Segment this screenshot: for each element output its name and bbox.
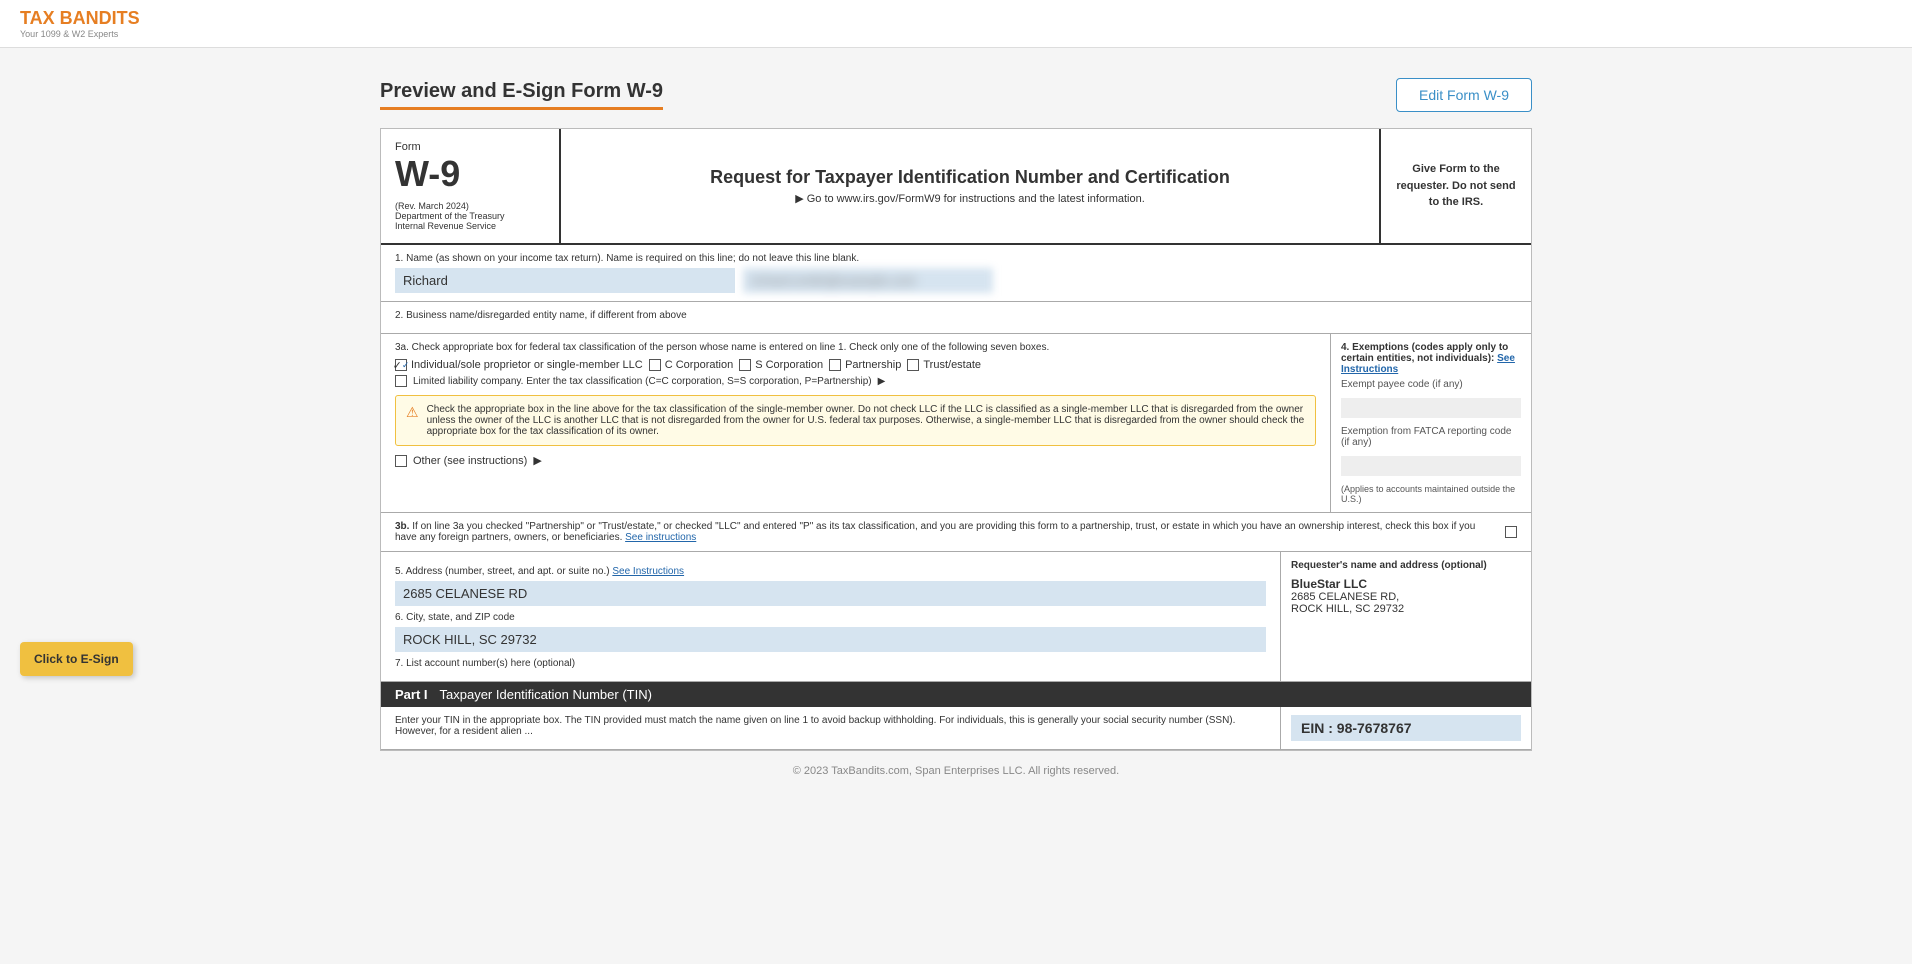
address-section: 5. Address (number, street, and apt. or … <box>381 552 1531 682</box>
part1-title: Taxpayer Identification Number (TIN) <box>440 687 652 702</box>
edit-form-button[interactable]: Edit Form W-9 <box>1396 78 1532 112</box>
line5-address-input[interactable]: 2685 CELANESE RD <box>395 581 1266 606</box>
requester-addr2: ROCK HILL, SC 29732 <box>1291 603 1521 615</box>
w9-header: Form W-9 (Rev. March 2024) Department of… <box>381 129 1531 245</box>
line2-label: 2. Business name/disregarded entity name… <box>395 310 1517 321</box>
line7-label: 7. List account number(s) here (optional… <box>395 658 1266 669</box>
w9-subtitle: ▶ Go to www.irs.gov/FormW9 for instructi… <box>795 192 1145 205</box>
tax-class-main: 3a. Check appropriate box for federal ta… <box>381 334 1331 512</box>
fatca-input[interactable] <box>1341 456 1521 476</box>
top-bar: TAX BANDITS Your 1099 & W2 Experts <box>0 0 1912 48</box>
exempt-note: (Applies to accounts maintained outside … <box>1341 484 1521 504</box>
form-number: W-9 <box>395 153 545 195</box>
checkbox-s-corp-box[interactable] <box>739 359 751 371</box>
w9-dept1: Department of the Treasury <box>395 211 545 221</box>
ein-value: EIN : 98-7678767 <box>1291 715 1521 741</box>
other-row: Other (see instructions) ▶ <box>395 454 1316 467</box>
line1-label: 1. Name (as shown on your income tax ret… <box>395 253 1517 264</box>
exempt-payee-label: Exempt payee code (if any) <box>1341 379 1521 390</box>
llc-row: Limited liability company. Enter the tax… <box>395 375 1316 387</box>
checkbox-individual[interactable]: ✓ Individual/sole proprietor or single-m… <box>395 359 643 371</box>
exempt-payee-input[interactable] <box>1341 398 1521 418</box>
checkbox-c-corp-label: C Corporation <box>665 359 733 371</box>
part1-label: Part I <box>395 687 428 702</box>
line3b-section: 3b. If on line 3a you checked "Partnersh… <box>381 513 1531 552</box>
w9-right-header: Give Form to the requester. Do not send … <box>1381 129 1531 243</box>
page-header: Preview and E-Sign Form W-9 Edit Form W-… <box>380 78 1532 112</box>
checkbox-partnership[interactable]: Partnership <box>829 359 901 371</box>
line5-label: 5. Address (number, street, and apt. or … <box>395 566 1266 577</box>
esign-button[interactable]: Click to E-Sign <box>20 642 133 676</box>
logo: TAX BANDITS Your 1099 & W2 Experts <box>20 8 140 39</box>
checkbox-row-main: ✓ Individual/sole proprietor or single-m… <box>395 359 1316 371</box>
fatca-label: Exemption from FATCA reporting code (if … <box>1341 426 1521 448</box>
address-right: Requester's name and address (optional) … <box>1281 552 1531 681</box>
checkbox-s-corp-label: S Corporation <box>755 359 823 371</box>
requester-name: BlueStar LLC <box>1291 577 1521 591</box>
checkbox-individual-label: Individual/sole proprietor or single-mem… <box>411 359 643 371</box>
w9-title: Request for Taxpayer Identification Numb… <box>710 167 1230 188</box>
w9-center-header: Request for Taxpayer Identification Numb… <box>561 129 1381 243</box>
checkbox-trust-label: Trust/estate <box>923 359 981 371</box>
footer: © 2023 TaxBandits.com, Span Enterprises … <box>380 751 1532 791</box>
line3a-label: 3a. Check appropriate box for federal ta… <box>395 342 1316 353</box>
exemptions-title-text: 4. Exemptions (codes apply only to certa… <box>1341 342 1508 364</box>
page-title: Preview and E-Sign Form W-9 <box>380 80 663 110</box>
brand-name: TAX BANDITS <box>20 8 140 29</box>
checkbox-c-corp[interactable]: C Corporation <box>649 359 733 371</box>
checkbox-s-corp[interactable]: S Corporation <box>739 359 823 371</box>
checkbox-c-corp-box[interactable] <box>649 359 661 371</box>
tax-class-section: 3a. Check appropriate box for federal ta… <box>381 334 1531 513</box>
line5-link[interactable]: See Instructions <box>612 566 684 577</box>
line5-label-text: 5. Address (number, street, and apt. or … <box>395 566 610 577</box>
page-wrapper: Preview and E-Sign Form W-9 Edit Form W-… <box>0 48 1912 964</box>
line3b-link[interactable]: See instructions <box>625 532 696 543</box>
requester-title: Requester's name and address (optional) <box>1291 560 1521 571</box>
line1-name-input[interactable]: Richard <box>395 268 735 293</box>
llc-label: Limited liability company. Enter the tax… <box>413 376 872 387</box>
part1-right: EIN : 98-7678767 <box>1281 707 1531 749</box>
part1-header: Part I Taxpayer Identification Number (T… <box>381 682 1531 707</box>
checkbox-other-box[interactable] <box>395 455 407 467</box>
line2-section: 2. Business name/disregarded entity name… <box>381 302 1531 334</box>
brand-tagline: Your 1099 & W2 Experts <box>20 29 140 39</box>
line1-section: 1. Name (as shown on your income tax ret… <box>381 245 1531 302</box>
warning-box: ⚠ Check the appropriate box in the line … <box>395 395 1316 446</box>
address-left: 5. Address (number, street, and apt. or … <box>381 552 1281 681</box>
w9-left-header: Form W-9 (Rev. March 2024) Department of… <box>381 129 561 243</box>
part1-body-text: Enter your TIN in the appropriate box. T… <box>395 715 1235 737</box>
checkbox-3b-box[interactable] <box>1505 526 1517 538</box>
form-label: Form <box>395 141 545 153</box>
llc-arrow-icon: ▶ <box>878 376 886 387</box>
checkbox-partnership-box[interactable] <box>829 359 841 371</box>
w9-rev: (Rev. March 2024) <box>395 201 545 211</box>
checkbox-individual-box[interactable]: ✓ <box>395 359 407 371</box>
line6-label: 6. City, state, and ZIP code <box>395 612 1266 623</box>
checkbox-trust[interactable]: Trust/estate <box>907 359 981 371</box>
exemptions-panel: 4. Exemptions (codes apply only to certa… <box>1331 334 1531 512</box>
part1-body: Enter your TIN in the appropriate box. T… <box>381 707 1531 750</box>
checkbox-llc-box[interactable] <box>395 375 407 387</box>
other-arrow-icon: ▶ <box>533 454 541 467</box>
other-label: Other (see instructions) <box>413 455 527 467</box>
requester-addr1: 2685 CELANESE RD, <box>1291 591 1521 603</box>
part1-left: Enter your TIN in the appropriate box. T… <box>381 707 1281 749</box>
line1-email-blurred: richard.smith@example.com <box>743 268 993 293</box>
checkbox-trust-box[interactable] <box>907 359 919 371</box>
checkbox-partnership-label: Partnership <box>845 359 901 371</box>
form-container: Form W-9 (Rev. March 2024) Department of… <box>380 128 1532 751</box>
content-area: Preview and E-Sign Form W-9 Edit Form W-… <box>0 48 1912 821</box>
warning-text: Check the appropriate box in the line ab… <box>427 404 1305 437</box>
w9-dept2: Internal Revenue Service <box>395 221 545 231</box>
warning-icon: ⚠ <box>406 404 419 437</box>
line3b-text: 3b. If on line 3a you checked "Partnersh… <box>395 521 1497 543</box>
line1-field-row: Richard richard.smith@example.com <box>395 268 1517 293</box>
exemptions-title: 4. Exemptions (codes apply only to certa… <box>1341 342 1521 375</box>
line6-city-input[interactable]: ROCK HILL, SC 29732 <box>395 627 1266 652</box>
